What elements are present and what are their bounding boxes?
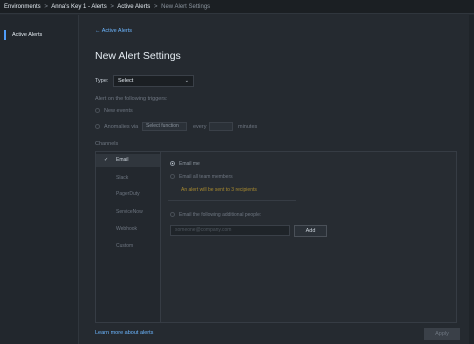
channel-item-label: Webhook xyxy=(116,226,138,232)
trigger-new-events[interactable]: New events xyxy=(95,108,133,114)
page-title: New Alert Settings xyxy=(95,50,181,62)
breadcrumb-current: New Alert Settings xyxy=(161,4,211,10)
channel-item-label: Slack xyxy=(116,175,129,181)
channel-item-label: PagerDuty xyxy=(116,191,140,197)
channels-heading: Channels xyxy=(95,141,119,147)
email-input[interactable]: someone@company.com xyxy=(170,225,290,236)
arrow-left-icon: ← xyxy=(95,28,101,34)
email-all-team-option[interactable]: Email all team members xyxy=(170,174,233,180)
breadcrumb-item-active-alerts[interactable]: Active Alerts xyxy=(117,4,150,10)
radio-selected-icon xyxy=(170,161,175,167)
radio-icon xyxy=(95,124,100,130)
channel-item-slack[interactable]: Slack xyxy=(96,172,160,185)
back-link[interactable]: ← Active Alerts xyxy=(95,28,132,34)
check-icon: ✓ xyxy=(104,157,109,163)
triggers-heading: Alert on the following triggers: xyxy=(95,96,168,102)
minutes-input[interactable] xyxy=(209,122,233,131)
every-label: every xyxy=(193,124,207,130)
breadcrumb: Environments > Anna's Key 1 - Alerts > A… xyxy=(0,0,474,14)
email-me-label: Email me xyxy=(179,161,200,167)
type-select[interactable]: Select ⌄ xyxy=(113,75,194,87)
channel-item-pagerduty[interactable]: PagerDuty xyxy=(96,188,160,201)
channels-panel: ✓ Email Slack PagerDuty ServiceNow Webho… xyxy=(95,151,457,323)
breadcrumb-separator: > xyxy=(153,4,158,10)
minutes-label: minutes xyxy=(238,124,258,130)
breadcrumb-item-key-alerts[interactable]: Anna's Key 1 - Alerts xyxy=(51,4,107,10)
add-button[interactable]: Add xyxy=(294,225,327,237)
chevron-down-icon: ⌄ xyxy=(184,78,189,84)
channels-list: ✓ Email Slack PagerDuty ServiceNow Webho… xyxy=(96,152,161,322)
apply-button[interactable]: Apply xyxy=(424,328,460,340)
radio-icon xyxy=(95,108,100,114)
channel-item-email[interactable]: ✓ Email xyxy=(96,154,160,167)
trigger-anomalies-label: Anomalies via xyxy=(104,124,139,130)
additional-people-label: Email the following additional people: xyxy=(179,212,262,218)
radio-icon xyxy=(170,212,175,218)
back-link-label: Active Alerts xyxy=(101,28,132,34)
channel-item-label: ServiceNow xyxy=(116,209,143,215)
channel-item-webhook[interactable]: Webhook xyxy=(96,223,160,236)
email-all-team-label: Email all team members xyxy=(179,174,233,180)
channel-item-label: Custom xyxy=(116,243,134,249)
breadcrumb-separator: > xyxy=(44,4,48,10)
scrollbar[interactable] xyxy=(469,15,474,344)
recipients-note: An alert will be sent to 3 recipients xyxy=(181,187,257,193)
type-select-value: Select xyxy=(118,78,134,84)
radio-icon xyxy=(170,174,175,180)
trigger-anomalies[interactable]: Anomalies via xyxy=(95,124,138,130)
email-me-option[interactable]: Email me xyxy=(170,161,200,167)
function-select[interactable]: Select function xyxy=(142,122,187,131)
additional-people-option[interactable]: Email the following additional people: xyxy=(170,212,261,218)
trigger-new-events-label: New events xyxy=(104,108,133,114)
sidebar: Active Alerts xyxy=(0,15,79,344)
channel-item-label: Email xyxy=(116,157,129,163)
type-label: Type: xyxy=(95,78,109,84)
breadcrumb-item-environments[interactable]: Environments xyxy=(4,4,41,10)
channel-item-servicenow[interactable]: ServiceNow xyxy=(96,206,160,219)
learn-more-link[interactable]: Learn more about alerts xyxy=(95,330,153,336)
divider xyxy=(168,200,296,201)
breadcrumb-separator: > xyxy=(110,4,114,10)
sidebar-item-active-alerts[interactable]: Active Alerts xyxy=(4,30,42,40)
channel-item-custom[interactable]: Custom xyxy=(96,240,160,253)
